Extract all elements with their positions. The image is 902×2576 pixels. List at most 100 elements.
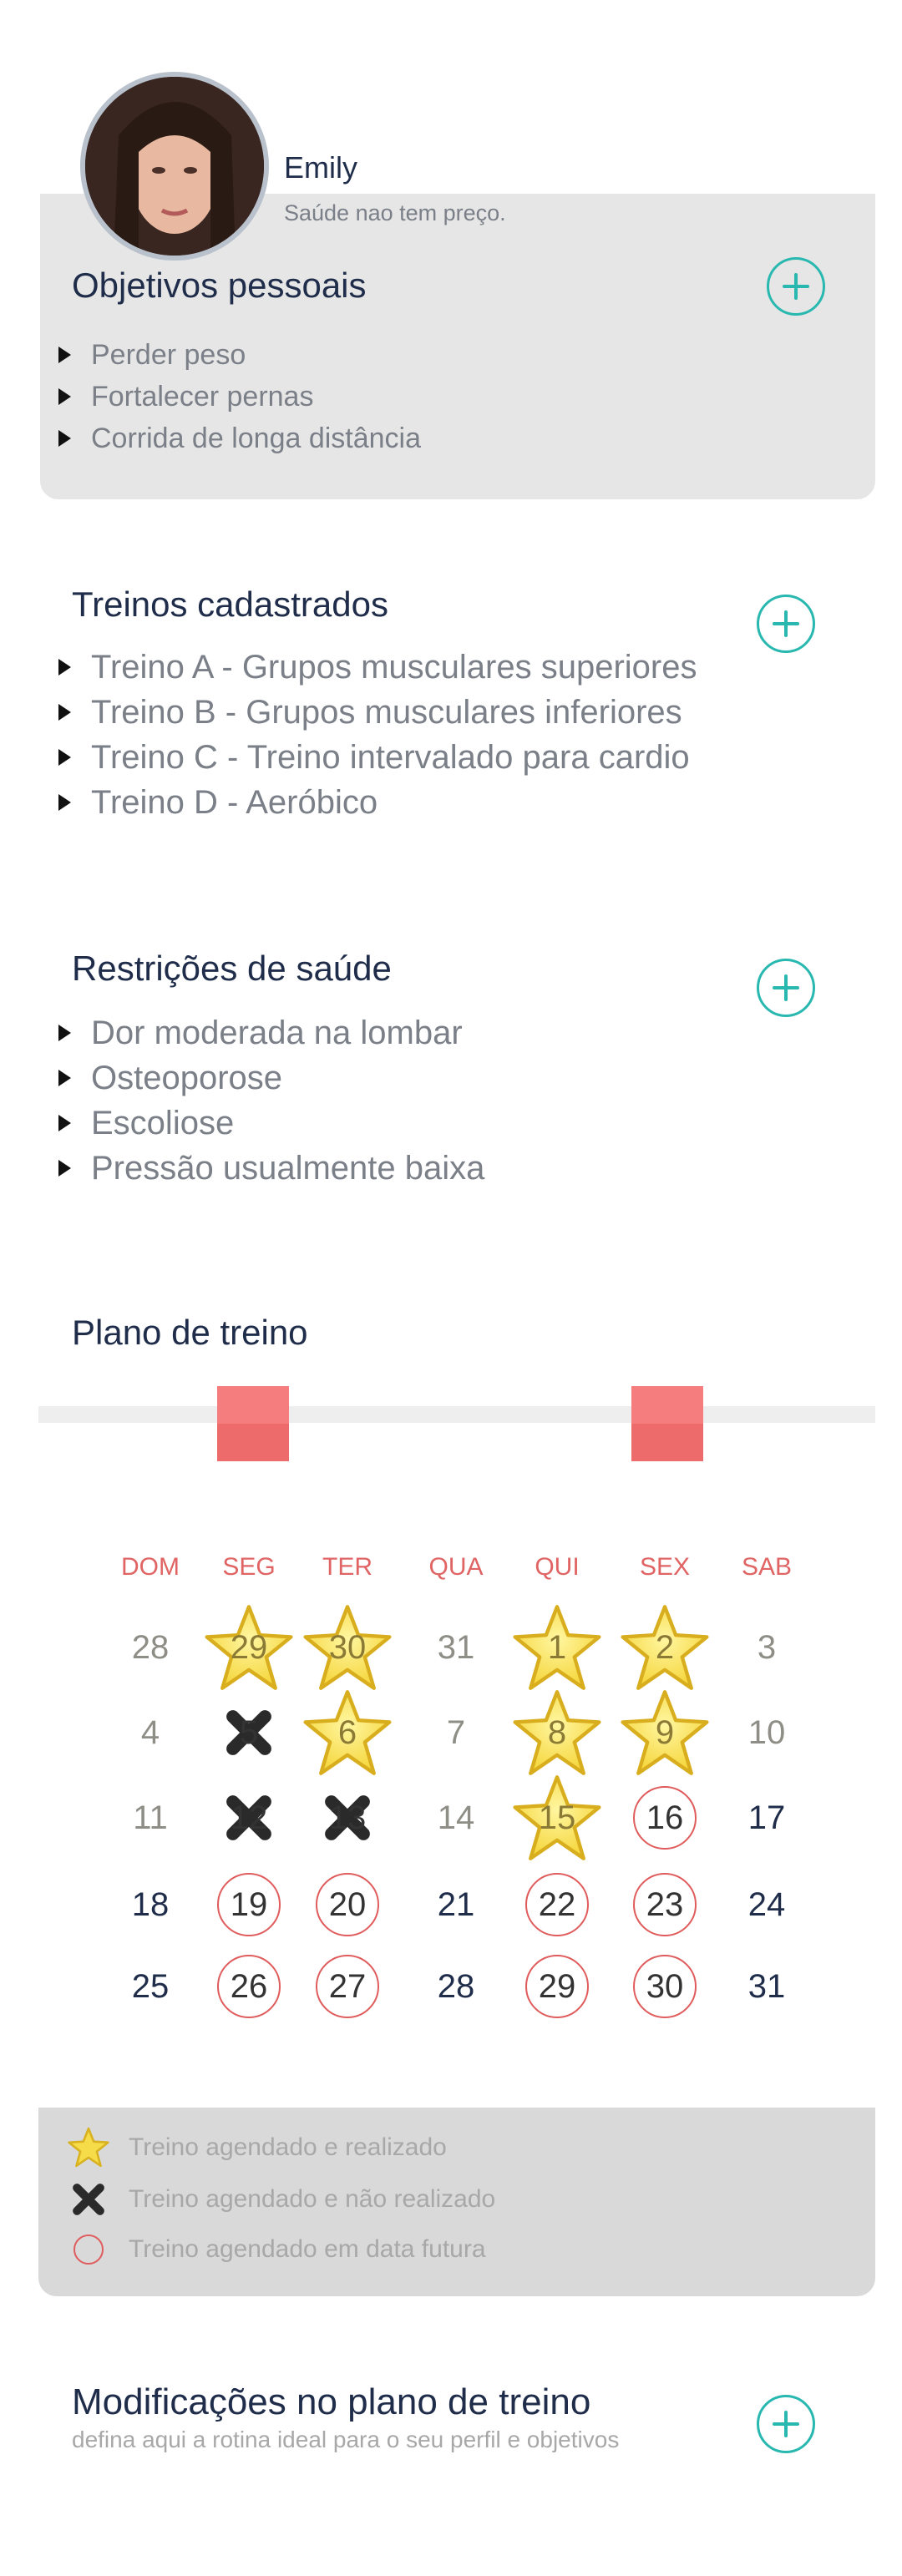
list-item[interactable]: Treino B - Grupos musculares inferiores [58,690,697,735]
add-modification-button[interactable] [757,2395,815,2453]
bullet-icon [58,1160,71,1177]
weekday-label: SAB [741,1553,793,1581]
calendar-day[interactable]: 9 [615,1690,715,1775]
workouts-title: Treinos cadastrados [72,585,388,624]
calendar-day[interactable]: 7 [406,1695,506,1770]
calendar-day-number: 26 [230,1967,268,2005]
calendar-day[interactable]: 8 [507,1690,607,1775]
calendar-day-number: 30 [646,1967,684,2005]
calendar-day-number: 2 [655,1628,675,1666]
calendar-day-number: 28 [131,1628,170,1666]
calendar-day[interactable]: 30 [615,1949,715,2024]
weekday-label: QUA [428,1553,484,1581]
calendar-day[interactable]: 28 [100,1610,200,1685]
legend-item-missed: Treino agendado e não realizado [67,2178,495,2221]
plus-icon [773,2411,799,2437]
calendar-day[interactable]: 24 [717,1867,817,1942]
avatar[interactable] [80,72,269,261]
calendar-day-number: 24 [747,1885,786,1923]
calendar-day[interactable]: 31 [717,1949,817,2024]
plus-icon [773,610,799,637]
calendar-day[interactable]: 17 [717,1780,817,1855]
list-item: Osteoporose [58,1055,484,1101]
calendar-day-number: 25 [131,1967,170,2005]
calendar-day-number: 27 [328,1967,367,2005]
goals-title: Objetivos pessoais [72,266,367,305]
calendar-day-number: 11 [133,1799,168,1836]
list-item[interactable]: Treino D - Aeróbico [58,780,697,825]
calendar-day[interactable]: 14 [406,1780,506,1855]
add-restriction-button[interactable] [757,959,815,1017]
calendar-day[interactable]: 15 [507,1775,607,1860]
user-tagline: Saúde nao tem preço. [284,200,506,225]
calendar-day[interactable]: 19 [199,1867,299,1942]
plan-title: Plano de treino [72,1313,308,1352]
calendar-day-number: 14 [437,1799,475,1836]
calendar-day-number: 19 [230,1885,268,1923]
calendar-day[interactable]: 12 [199,1780,299,1855]
calendar-day[interactable]: 3 [717,1610,817,1685]
calendar-day[interactable]: 30 [297,1605,398,1690]
calendar-day[interactable]: 28 [406,1949,506,2024]
calendar-day[interactable]: 13 [297,1780,398,1855]
calendar-day[interactable]: 20 [297,1867,398,1942]
calendar-day[interactable]: 10 [717,1695,817,1770]
add-goal-button[interactable] [767,257,825,316]
range-slider-track[interactable] [38,1406,875,1423]
calendar-day-number: 23 [646,1885,684,1923]
calendar-day[interactable]: 21 [406,1867,506,1942]
bullet-icon [58,1115,71,1131]
weekday-label: QUI [535,1553,580,1581]
plus-icon [773,974,799,1001]
weekday-label: TER [322,1553,372,1581]
calendar-day[interactable]: 26 [199,1949,299,2024]
list-item: Perder peso [58,334,421,376]
modifications-title: Modificações no plano de treino [72,2381,591,2422]
calendar-day[interactable]: 18 [100,1867,200,1942]
calendar-day-number: 31 [747,1967,786,2005]
calendar-day-number: 5 [239,1713,259,1751]
calendar-day[interactable]: 1 [507,1605,607,1690]
modifications-subtitle: defina aqui a rotina ideal para o seu pe… [72,2427,620,2452]
list-item[interactable]: Treino A - Grupos musculares superiores [58,645,697,690]
calendar-day[interactable]: 5 [199,1695,299,1770]
calendar-day[interactable]: 29 [507,1949,607,2024]
restrictions-title: Restrições de saúde [72,949,392,988]
circle-icon [67,2228,110,2271]
weekday-label: DOM [121,1553,180,1581]
add-workout-button[interactable] [757,595,815,653]
calendar-day-number: 12 [230,1799,268,1836]
calendar-day[interactable]: 2 [615,1605,715,1690]
calendar-day-number: 13 [328,1799,367,1836]
calendar-day[interactable]: 23 [615,1867,715,1942]
calendar-day[interactable]: 22 [507,1867,607,1942]
calendar-day[interactable]: 31 [406,1610,506,1685]
bullet-icon [58,659,71,676]
calendar-day[interactable]: 11 [100,1780,200,1855]
calendar-day-number: 22 [538,1885,576,1923]
bullet-icon [58,749,71,766]
goals-list: Perder peso Fortalecer pernas Corrida de… [58,334,421,459]
bullet-icon [58,704,71,721]
avatar-photo [85,77,264,256]
bullet-icon [58,794,71,811]
calendar-day[interactable]: 25 [100,1949,200,2024]
calendar-day-number: 8 [547,1713,567,1751]
star-icon [67,2126,110,2169]
calendar-day[interactable]: 16 [615,1780,715,1855]
range-slider-end-handle[interactable] [631,1386,703,1461]
list-item: Pressão usualmente baixa [58,1146,484,1191]
bullet-icon [58,347,71,363]
user-name: Emily [284,150,357,185]
calendar-day-number: 28 [437,1967,475,2005]
calendar-day[interactable]: 29 [199,1605,299,1690]
calendar-day-number: 9 [655,1713,675,1751]
calendar-day[interactable]: 27 [297,1949,398,2024]
calendar-day[interactable]: 4 [100,1695,200,1770]
range-slider-start-handle[interactable] [217,1386,289,1461]
bullet-icon [58,1070,71,1086]
calendar-day[interactable]: 6 [297,1690,398,1775]
list-item: Escoliose [58,1101,484,1146]
list-item[interactable]: Treino C - Treino intervalado para cardi… [58,735,697,780]
calendar-day-number: 30 [328,1628,367,1666]
